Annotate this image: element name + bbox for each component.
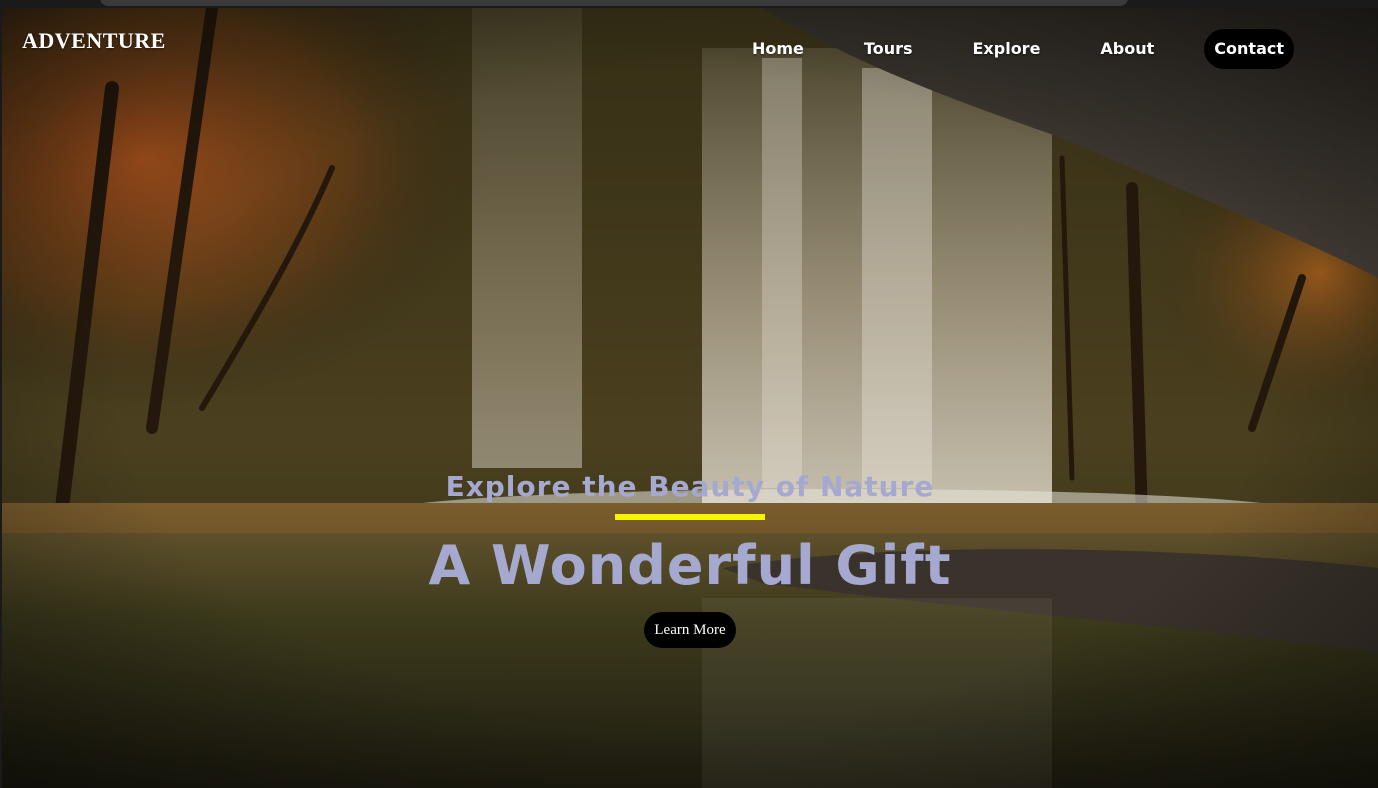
nav-home-link[interactable]: Home <box>742 29 814 69</box>
learn-more-button[interactable]: Learn More <box>644 612 736 648</box>
hero-subtitle: Explore the Beauty of Nature <box>445 470 935 503</box>
hero-text-block: Explore the Beauty of Nature A Wonderful… <box>2 468 1378 648</box>
site-logo[interactable]: ADVENTURE <box>22 28 166 54</box>
browser-viewport: ADVENTURE Home Tours Explore About Conta… <box>0 0 1378 788</box>
nav-contact-button[interactable]: Contact <box>1204 29 1294 69</box>
nav-explore-link[interactable]: Explore <box>963 29 1051 69</box>
hero-background-image <box>2 8 1378 788</box>
window-top-edge <box>100 0 1128 6</box>
nav-tours-link[interactable]: Tours <box>854 29 923 69</box>
hero-section: ADVENTURE Home Tours Explore About Conta… <box>2 8 1378 788</box>
main-nav: Home Tours Explore About Contact <box>742 29 1294 69</box>
nav-about-link[interactable]: About <box>1090 29 1164 69</box>
hero-title: A Wonderful Gift <box>428 534 952 597</box>
subtitle-underline <box>615 514 765 520</box>
